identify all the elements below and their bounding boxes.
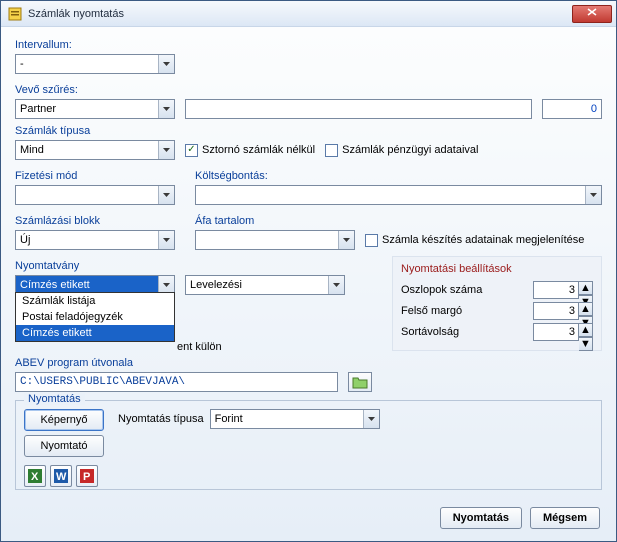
print-type-label: Nyomtatás típusa [118,413,204,425]
spin-up-icon[interactable]: ▲ [579,323,593,337]
partner-dropdown[interactable]: Partner [15,99,175,119]
columns-spinner[interactable]: 3 ▲▼ [533,281,593,299]
print-fieldset: Nyomtatás Képernyő Nyomtató X W P Nyomta… [15,400,602,490]
svg-text:W: W [56,471,67,483]
vat-content-dropdown[interactable] [195,230,355,250]
top-margin-label: Felső margó [401,305,462,317]
chevron-down-icon [338,231,354,249]
billing-block-dropdown[interactable]: Új [15,230,175,250]
interval-label: Intervallum: [15,39,602,51]
svg-text:X: X [31,471,39,483]
payment-method-dropdown[interactable] [15,185,175,205]
chevron-down-icon [158,141,174,159]
checkmark-icon [185,144,198,157]
customer-filter-label: Vevő szűrés: [15,84,602,96]
close-button[interactable] [572,5,612,23]
chevron-down-icon [158,231,174,249]
partner-count: 0 [542,99,602,119]
chevron-down-icon [158,100,174,118]
storno-checkbox[interactable]: Sztornó számlák nélkül [185,144,315,157]
line-spacing-label: Sortávolság [401,326,459,338]
chevron-down-icon [158,55,174,73]
browse-folder-button[interactable] [348,372,372,392]
print-type-dropdown[interactable]: Forint [210,409,380,429]
print-button[interactable]: Nyomtatás [440,507,522,529]
form-sub-dropdown[interactable]: Levelezési [185,275,345,295]
partner-text-input[interactable] [185,99,532,119]
spin-up-icon[interactable]: ▲ [579,302,593,316]
spin-down-icon[interactable]: ▼ [579,337,593,351]
chevron-down-icon [363,410,379,428]
export-excel-icon[interactable]: X [24,465,46,487]
payment-method-label: Fizetési mód [15,170,175,182]
svg-text:P: P [83,471,90,483]
truncated-text: ent külön [177,341,222,353]
billing-block-label: Számlázási blokk [15,215,175,227]
chevron-down-icon [328,276,344,294]
top-margin-spinner[interactable]: 3 ▲▼ [533,302,593,320]
invoice-type-dropdown[interactable]: Mind [15,140,175,160]
title-bar: Számlák nyomtatás [1,1,616,27]
interval-dropdown[interactable]: - [15,54,175,74]
export-pdf-icon[interactable]: P [76,465,98,487]
list-item[interactable]: Postai feladójegyzék [16,309,174,325]
form-label: Nyomtatvány [15,260,372,272]
chevron-down-icon [158,186,174,204]
screen-button[interactable]: Képernyő [24,409,104,431]
line-spacing-spinner[interactable]: 3 ▲▼ [533,323,593,341]
app-icon [7,6,23,22]
cancel-button[interactable]: Mégsem [530,507,600,529]
spin-up-icon[interactable]: ▲ [579,281,593,295]
list-item[interactable]: Címzés etikett [16,325,174,341]
export-word-icon[interactable]: W [50,465,72,487]
show-creation-data-checkbox[interactable]: Számla készítés adatainak megjelenítése [365,234,584,247]
printer-button[interactable]: Nyomtató [24,435,104,457]
cost-breakdown-dropdown[interactable] [195,185,602,205]
print-invoices-window: Számlák nyomtatás Intervallum: - Vevő sz… [0,0,617,542]
print-legend: Nyomtatás [24,393,85,405]
chevron-down-icon [585,186,601,204]
invoice-type-label: Számlák típusa [15,125,602,137]
list-item[interactable]: Számlák listája [16,293,174,309]
abev-path-input[interactable]: C:\USERS\PUBLIC\ABEVJAVA\ [15,372,338,392]
columns-label: Oszlopok száma [401,284,482,296]
form-dropdown-list[interactable]: Számlák listája Postai feladójegyzék Cím… [15,292,175,342]
abev-path-label: ABEV program útvonala [15,357,372,369]
cost-breakdown-label: Költségbontás: [195,170,602,182]
print-settings-title: Nyomtatási beállítások [401,263,593,275]
window-title: Számlák nyomtatás [28,8,572,20]
vat-content-label: Áfa tartalom [195,215,602,227]
financial-data-checkbox[interactable]: Számlák pénzügyi adataival [325,144,478,157]
